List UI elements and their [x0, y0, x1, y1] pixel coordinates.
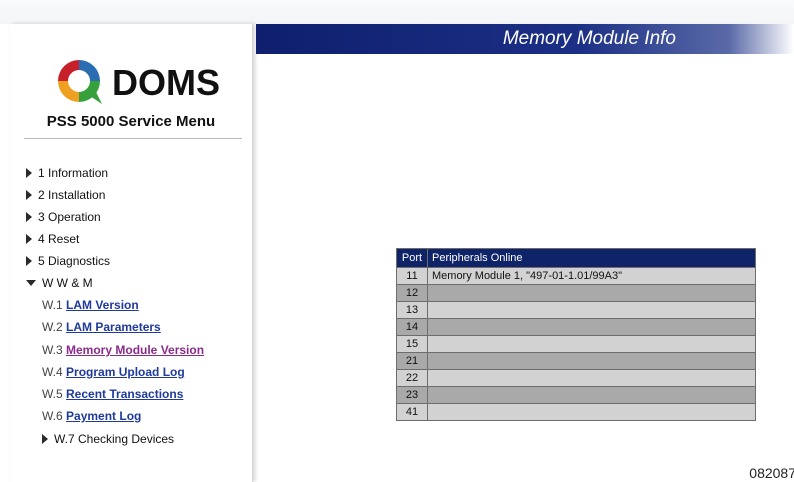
sub-item-lam-parameters[interactable]: W.2 LAM Parameters	[42, 320, 161, 334]
menu-item-label: 4 Reset	[38, 232, 80, 246]
expand-arrow-icon	[26, 212, 32, 222]
port-cell: 41	[396, 403, 428, 421]
expand-arrow-icon	[26, 234, 32, 244]
menu-item-wwm[interactable]: W W & M	[26, 276, 93, 290]
menu-item-operation[interactable]: 3 Operation	[26, 210, 101, 224]
doms-logo-icon	[58, 60, 102, 104]
peripheral-cell	[427, 403, 756, 421]
peripherals-table: Port Peripherals Online 11 Memory Module…	[396, 248, 756, 421]
port-column-header: Port	[396, 248, 428, 268]
table-row: 14	[396, 318, 756, 336]
peripheral-cell	[427, 386, 756, 404]
port-cell: 15	[396, 335, 428, 353]
sub-item-payment-log[interactable]: W.6 Payment Log	[42, 409, 141, 423]
menu-item-label: 2 Installation	[38, 188, 106, 202]
lam-parameters-link[interactable]: LAM Parameters	[66, 320, 161, 334]
table-row: 13	[396, 301, 756, 319]
sub-item-lam-version[interactable]: W.1 LAM Version	[42, 298, 139, 312]
peripheral-cell	[427, 335, 756, 353]
peripheral-cell	[427, 369, 756, 387]
expand-arrow-icon	[26, 190, 32, 200]
table-row: 41	[396, 403, 756, 421]
sub-item-recent-transactions[interactable]: W.5 Recent Transactions	[42, 387, 183, 401]
port-cell: 14	[396, 318, 428, 336]
payment-log-link[interactable]: Payment Log	[66, 409, 141, 423]
menu-item-diagnostics[interactable]: 5 Diagnostics	[26, 254, 110, 268]
sub-item-memory-module-version[interactable]: W.3 Memory Module Version	[42, 343, 204, 357]
expand-arrow-icon	[26, 168, 32, 178]
memory-module-version-link[interactable]: Memory Module Version	[66, 343, 204, 357]
recent-transactions-link[interactable]: Recent Transactions	[66, 387, 183, 401]
logo-wordmark: DOMS	[112, 62, 220, 103]
figure-code: 082087	[749, 465, 794, 481]
peripheral-cell	[427, 284, 756, 302]
port-cell: 22	[396, 369, 428, 387]
doms-logo: DOMS	[50, 52, 230, 112]
menu-item-reset[interactable]: 4 Reset	[26, 232, 79, 246]
menu-item-label: W W & M	[42, 276, 93, 290]
table-row: 23	[396, 386, 756, 404]
lam-version-link[interactable]: LAM Version	[66, 298, 139, 312]
menu-title: PSS 5000 Service Menu	[46, 113, 216, 130]
collapse-arrow-icon	[26, 280, 36, 286]
port-cell: 13	[396, 301, 428, 319]
service-menu-panel: DOMS PSS 5000 Service Menu 1 Information…	[10, 24, 253, 482]
peripheral-cell	[427, 301, 756, 319]
menu-item-label: 5 Diagnostics	[38, 254, 111, 268]
peripherals-column-header: Peripherals Online	[427, 248, 756, 268]
menu-item-label: W.7 Checking Devices	[54, 432, 175, 446]
menu-item-label: 1 Information	[38, 166, 109, 180]
menu-item-label: 3 Operation	[38, 210, 101, 224]
table-row: 22	[396, 369, 756, 387]
sub-item-program-upload-log[interactable]: W.4 Program Upload Log	[42, 365, 185, 379]
table-row: 21	[396, 352, 756, 370]
sub-item-checking-devices[interactable]: W.7 Checking Devices	[42, 432, 174, 446]
peripheral-cell: Memory Module 1, "497-01-1.01/99A3"	[427, 267, 756, 285]
expand-arrow-icon	[42, 434, 48, 444]
port-cell: 21	[396, 352, 428, 370]
table-row: 15	[396, 335, 756, 353]
table-row: 12	[396, 284, 756, 302]
peripheral-cell	[427, 352, 756, 370]
port-cell: 11	[396, 267, 428, 285]
menu-item-installation[interactable]: 2 Installation	[26, 188, 105, 202]
port-cell: 23	[396, 386, 428, 404]
expand-arrow-icon	[26, 256, 32, 266]
menu-item-information[interactable]: 1 Information	[26, 166, 108, 180]
table-header-row: Port Peripherals Online	[396, 248, 756, 268]
page-title: Memory Module Info	[502, 28, 676, 49]
table-row: 11 Memory Module 1, "497-01-1.01/99A3"	[396, 267, 756, 285]
browser-top-strip	[0, 0, 794, 24]
program-upload-log-link[interactable]: Program Upload Log	[66, 365, 185, 379]
menu-divider	[24, 138, 242, 139]
port-cell: 12	[396, 284, 428, 302]
peripheral-cell	[427, 318, 756, 336]
page-title-bar: Memory Module Info	[256, 24, 794, 54]
